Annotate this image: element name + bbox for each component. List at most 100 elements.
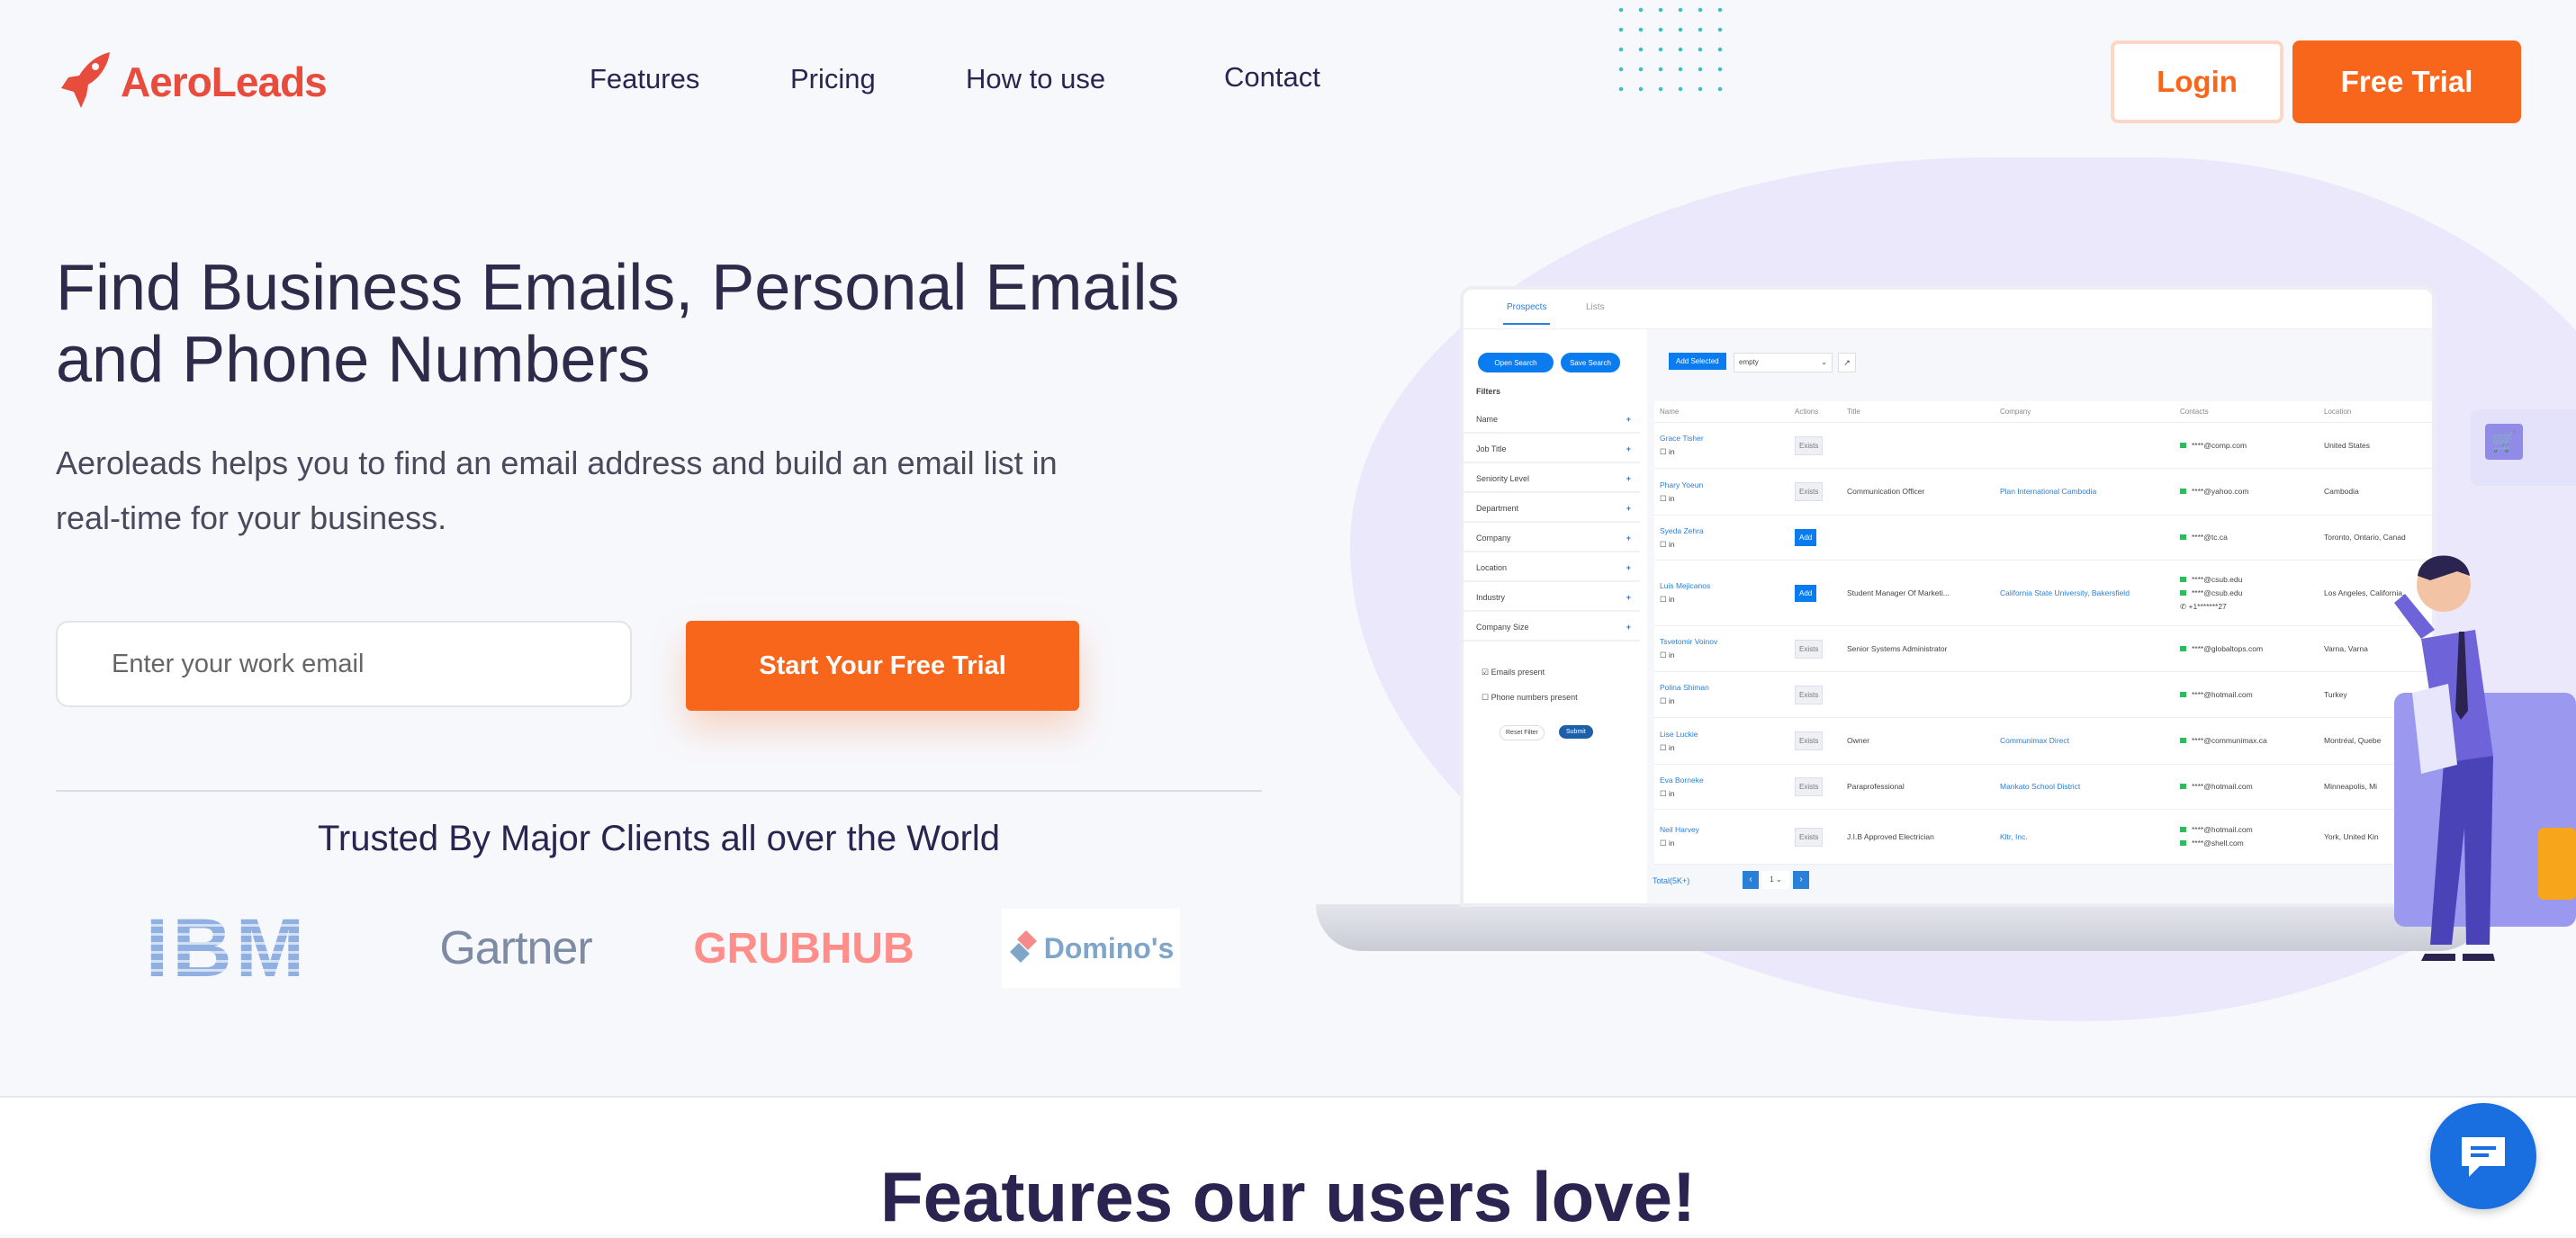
exists-badge[interactable]: Exists — [1795, 482, 1824, 501]
name-cell: Phary Yoeun ☐ in — [1654, 469, 1789, 515]
linkedin-icon[interactable]: ☐ in — [1660, 787, 1784, 801]
start-free-trial-button[interactable]: Start Your Free Trial — [686, 621, 1079, 711]
prospect-name-link[interactable]: Polina Shiman — [1660, 681, 1784, 695]
add-button[interactable]: Add — [1795, 529, 1817, 546]
filter-name[interactable]: Name + — [1464, 407, 1640, 434]
external-link-icon[interactable]: ↗ — [1838, 353, 1856, 372]
contact-item: ****@globaltops.com — [2180, 642, 2313, 656]
plus-icon[interactable]: + — [1626, 415, 1631, 424]
plus-icon[interactable]: + — [1626, 474, 1631, 483]
reset-filter-button[interactable]: Reset Filter — [1500, 725, 1545, 740]
page-number: 1 — [1770, 875, 1774, 884]
plus-icon[interactable]: + — [1626, 623, 1631, 632]
linkedin-icon[interactable]: ☐ in — [1660, 837, 1784, 850]
title-cell: Paraprofessional — [1842, 765, 1995, 809]
add-button[interactable]: Add — [1795, 584, 1817, 602]
rocket-icon — [61, 52, 110, 108]
job-title: Owner — [1847, 736, 1870, 745]
filter-job-title[interactable]: Job Title + — [1464, 436, 1640, 463]
save-search-button[interactable]: Save Search — [1561, 353, 1620, 372]
nav-contact[interactable]: Contact — [1224, 61, 1320, 94]
filter-company-size[interactable]: Company Size + — [1464, 615, 1640, 641]
table-row: Luis Mejicanos ☐ in Add Student Manager Of … — [1654, 561, 2432, 626]
work-email-input[interactable] — [56, 621, 632, 707]
prospect-name-link[interactable]: Grace Tisher — [1660, 432, 1784, 445]
page-select[interactable]: 1 ⌄ — [1762, 871, 1789, 889]
column-header-actions[interactable]: Actions — [1789, 401, 1842, 422]
tab-lists[interactable]: Lists — [1586, 302, 1605, 312]
open-search-button[interactable]: Open Search — [1478, 353, 1554, 372]
column-header-location[interactable]: Location — [2319, 401, 2432, 422]
phone-present-label: Phone numbers present — [1491, 693, 1578, 702]
free-trial-button[interactable]: Free Trial — [2292, 40, 2521, 123]
prospect-name-link[interactable]: Lise Luckie — [1660, 728, 1784, 741]
plus-icon[interactable]: + — [1626, 444, 1631, 453]
filter-label: Name — [1476, 415, 1499, 424]
next-page-button[interactable]: › — [1793, 871, 1809, 889]
linkedin-icon[interactable]: ☐ in — [1660, 649, 1784, 662]
filter-location[interactable]: Location + — [1464, 555, 1640, 582]
column-header-name[interactable]: Name — [1654, 401, 1789, 422]
plus-icon[interactable]: + — [1626, 534, 1631, 543]
brand-logo[interactable]: AeroLeads — [54, 52, 328, 112]
prospect-name-link[interactable]: Phary Yoeun — [1660, 479, 1784, 492]
linkedin-icon[interactable]: ☐ in — [1660, 538, 1784, 552]
column-header-company[interactable]: Company — [1995, 401, 2175, 422]
linkedin-icon[interactable]: ☐ in — [1660, 492, 1784, 506]
filter-industry[interactable]: Industry + — [1464, 585, 1640, 612]
table-row: Neil Harvey ☐ in Exists J.I.B Approved Elec… — [1654, 810, 2432, 865]
linkedin-icon[interactable]: ☐ in — [1660, 695, 1784, 708]
title-cell: J.I.B Approved Electrician — [1842, 810, 1995, 864]
column-header-contacts[interactable]: Contacts — [2175, 401, 2319, 422]
linkedin-icon[interactable]: ☐ in — [1660, 593, 1784, 606]
prospect-name-link[interactable]: Tsvetomir Voinov — [1660, 635, 1784, 649]
nav-features[interactable]: Features — [590, 63, 699, 95]
plus-icon[interactable]: + — [1626, 563, 1631, 572]
exists-badge[interactable]: Exists — [1795, 435, 1824, 455]
brand-name: AeroLeads — [121, 58, 328, 105]
list-select[interactable]: empty ⌄ — [1734, 353, 1833, 372]
phone-present-checkbox[interactable]: ☐ Phone numbers present — [1482, 693, 1578, 703]
login-button[interactable]: Login — [2111, 40, 2283, 123]
linkedin-icon[interactable]: ☐ in — [1660, 741, 1784, 755]
submit-button[interactable]: Submit — [1559, 725, 1593, 739]
filter-label: Company Size — [1476, 623, 1529, 632]
plus-icon[interactable]: + — [1626, 504, 1631, 513]
prospect-name-link[interactable]: Syeda Zehra — [1660, 525, 1784, 538]
nav-pricing[interactable]: Pricing — [790, 63, 876, 95]
filter-company[interactable]: Company + — [1464, 525, 1640, 552]
exists-badge[interactable]: Exists — [1795, 777, 1824, 796]
linkedin-icon[interactable]: ☐ in — [1660, 445, 1784, 459]
title-cell: Senior Systems Administrator — [1842, 626, 1995, 671]
contact-value: ****@csub.edu — [2192, 574, 2243, 584]
add-selected-button[interactable]: Add Selected — [1669, 353, 1726, 370]
company-link[interactable]: Plan International Cambodia — [2000, 485, 2169, 498]
prev-page-button[interactable]: ‹ — [1743, 871, 1759, 889]
contact-item: ****@csub.edu — [2180, 587, 2313, 600]
prospect-name-link[interactable]: Luis Mejicanos — [1660, 579, 1784, 593]
prospect-name-link[interactable]: Neil Harvey — [1660, 823, 1784, 837]
actions-cell: Exists — [1789, 423, 1842, 468]
company-link[interactable]: California State University, Bakersfield — [2000, 587, 2169, 600]
exists-badge[interactable]: Exists — [1795, 685, 1824, 704]
plus-icon[interactable]: + — [1626, 593, 1631, 602]
emails-present-checkbox[interactable]: ☑ Emails present — [1482, 668, 1545, 677]
company-link[interactable]: Communimax Direct — [2000, 734, 2169, 748]
exists-badge[interactable]: Exists — [1795, 731, 1824, 750]
nav-how-to-use[interactable]: How to use — [966, 63, 1105, 95]
tab-prospects[interactable]: Prospects — [1503, 302, 1551, 325]
actions-cell: Exists — [1789, 626, 1842, 671]
exists-badge[interactable]: Exists — [1795, 827, 1824, 847]
chat-button[interactable] — [2430, 1103, 2536, 1209]
filter-seniority-level[interactable]: Seniority Level + — [1464, 466, 1640, 493]
headline-line-1: Find Business Emails, Personal Emails — [56, 252, 1180, 324]
company-link[interactable]: Mankato School District — [2000, 780, 2169, 794]
prospect-name-link[interactable]: Eva Borneke — [1660, 774, 1784, 787]
column-header-title[interactable]: Title — [1842, 401, 1995, 422]
hero-subtitle: Aeroleads helps you to find an email add… — [56, 435, 1280, 545]
app-tabs: Prospects Lists — [1464, 290, 2432, 329]
filter-department[interactable]: Department + — [1464, 496, 1640, 523]
company-link[interactable]: Kltr, Inc. — [2000, 830, 2169, 844]
exists-badge[interactable]: Exists — [1795, 639, 1824, 659]
prospects-table: Name Actions Title Company Contacts Location … — [1654, 401, 2432, 865]
